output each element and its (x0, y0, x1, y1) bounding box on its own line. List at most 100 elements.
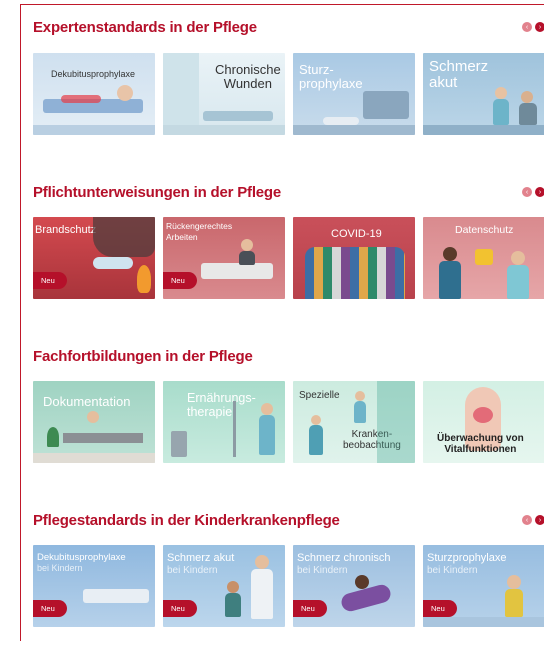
section-title: Pflegestandards in der Kinderkrankenpfle… (33, 512, 340, 529)
card-title: Spezielle (299, 390, 340, 401)
bed-illustration (201, 263, 273, 279)
patient-body (519, 103, 537, 125)
card-subtitle: bei Kindern (427, 565, 478, 576)
nurse-body (507, 265, 529, 299)
nurse-body (251, 569, 273, 619)
chevron-left-icon[interactable]: ‹ (522, 22, 532, 32)
monitor-illustration (171, 431, 187, 457)
card-title: Sturzprophylaxe (427, 552, 507, 564)
card-title: Brandschutz (35, 224, 97, 236)
fire-icon (137, 265, 151, 293)
nurse-body (354, 401, 366, 423)
new-badge: Neu (163, 272, 197, 289)
card-title: Chronische Wunden (215, 62, 281, 91)
lungs-icon (473, 407, 493, 423)
card-title: Dekubitusprophylaxe (51, 69, 136, 79)
nurse-illustration (255, 555, 269, 569)
pressure-points (61, 95, 101, 103)
chevron-right-icon[interactable]: › (535, 22, 544, 32)
card-title: Ernährungs- therapie (187, 391, 256, 419)
patient-illustration (521, 91, 533, 103)
course-card-dokumentation[interactable]: Dokumentation (33, 381, 155, 463)
patient-illustration (117, 85, 133, 101)
course-card-covid-19[interactable]: COVID-19 (293, 217, 415, 299)
crowd-illustration (305, 247, 405, 299)
new-badge: Neu (423, 600, 457, 617)
course-card-brandschutz[interactable]: Brandschutz Neu (33, 217, 155, 299)
fallen-patient-illustration (323, 117, 359, 125)
new-badge: Neu (33, 272, 67, 289)
nurse-illustration (241, 239, 253, 251)
card-title: Sturz- prophylaxe (299, 62, 363, 91)
card-row: Dekubitusprophylaxe Chronische Wunden St… (33, 53, 544, 135)
card-row: Dekubitusprophylaxe bei Kindern Neu Schm… (33, 545, 544, 627)
room-wall (163, 53, 199, 135)
card-title: COVID-19 (331, 228, 382, 240)
course-card-ernaehrungstherapie[interactable]: Ernährungs- therapie (163, 381, 285, 463)
desk-illustration (63, 433, 143, 443)
carousel-controls: ‹ › (522, 22, 544, 32)
carousel-controls: ‹ › (522, 187, 544, 197)
course-card-chronische-wunden[interactable]: Chronische Wunden (163, 53, 285, 135)
plant-icon (47, 427, 59, 447)
child-illustration (507, 575, 521, 589)
card-title: Rückengerechtes Arbeiten (166, 221, 233, 242)
course-card-spezielle-krankenbeobachtung[interactable]: Spezielle Kranken- beobachtung (293, 381, 415, 463)
new-badge: Neu (293, 600, 327, 617)
card-subtitle: bei Kindern (297, 565, 348, 576)
chevron-left-icon[interactable]: ‹ (522, 515, 532, 525)
extinguisher-spray (93, 257, 133, 269)
course-card-datenschutz[interactable]: Datenschutz (423, 217, 544, 299)
floor (163, 125, 285, 135)
card-row: Dokumentation Ernährungs- therapie Spezi… (33, 381, 544, 463)
nurse-body (493, 99, 509, 125)
course-card-dekubitusprophylaxe[interactable]: Dekubitusprophylaxe (33, 53, 155, 135)
section-title: Fachfortbildungen in der Pflege (33, 348, 253, 365)
person-illustration (443, 247, 457, 261)
chevron-right-icon[interactable]: › (535, 515, 544, 525)
nurse-illustration (495, 87, 507, 99)
course-card-schmerz-akut[interactable]: Schmerz akut (423, 53, 544, 135)
course-card-schmerz-chronisch-kinder[interactable]: Schmerz chronisch bei Kindern Neu (293, 545, 415, 627)
course-card-sturzprophylaxe[interactable]: Sturz- prophylaxe (293, 53, 415, 135)
person-illustration (311, 415, 321, 425)
floor (33, 125, 155, 135)
course-card-rueckengerechtes-arbeiten[interactable]: Rückengerechtes Arbeiten Neu (163, 217, 285, 299)
infusion-stand (233, 401, 236, 457)
card-title: Überwachung von Vitalfunktionen (437, 433, 524, 455)
chevron-left-icon[interactable]: ‹ (522, 187, 532, 197)
person-illustration (87, 411, 99, 423)
card-row: Brandschutz Neu Rückengerechtes Arbeiten… (33, 217, 544, 299)
floor (293, 125, 415, 135)
bed-illustration (363, 91, 409, 119)
card-subtitle: bei Kindern (37, 563, 83, 573)
bed-illustration (83, 589, 149, 603)
card-title: Schmerz akut (167, 552, 235, 564)
floor (33, 453, 155, 463)
chevron-right-icon[interactable]: › (535, 187, 544, 197)
new-badge: Neu (163, 600, 197, 617)
nurse-body (259, 415, 275, 455)
course-card-ueberwachung-vitalfunktionen[interactable]: Überwachung von Vitalfunktionen (423, 381, 544, 463)
nurse-illustration (261, 403, 273, 415)
course-card-schmerz-akut-kinder[interactable]: Schmerz akut bei Kindern Neu (163, 545, 285, 627)
nurse-illustration (355, 391, 365, 401)
child-head (355, 575, 369, 589)
section-title: Pflichtunterweisungen in der Pflege (33, 184, 282, 201)
carousel-controls: ‹ › (522, 515, 544, 525)
card-title: Datenschutz (455, 224, 514, 236)
floor (423, 617, 544, 627)
lock-icon (475, 249, 493, 265)
course-card-dekubitusprophylaxe-kinder[interactable]: Dekubitusprophylaxe bei Kindern Neu (33, 545, 155, 627)
background-panel (377, 381, 415, 463)
child-illustration (227, 581, 239, 593)
smoke (93, 217, 155, 257)
person-body (439, 261, 461, 299)
nurse-body (239, 251, 255, 265)
course-card-sturzprophylaxe-kinder[interactable]: Sturzprophylaxe bei Kindern Neu (423, 545, 544, 627)
bed-illustration (203, 111, 273, 121)
card-subtitle: bei Kindern (167, 565, 218, 576)
nurse-illustration (511, 251, 525, 265)
floor (423, 125, 544, 135)
child-body (505, 589, 523, 617)
